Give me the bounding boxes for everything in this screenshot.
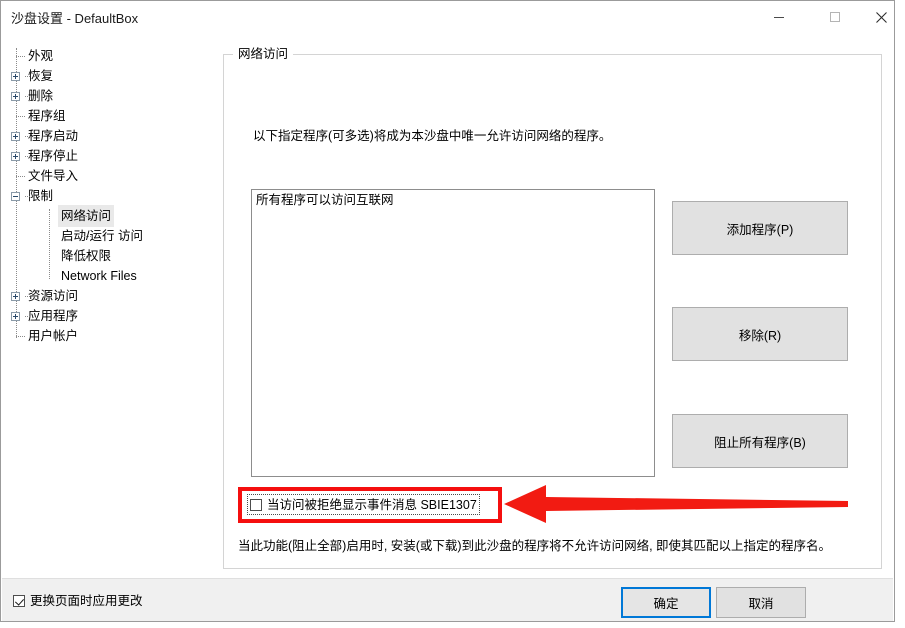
tree-dash-icon [16,336,25,338]
groupbox-title: 网络访问 [233,46,294,62]
cancel-label: 取消 [748,597,774,611]
block-all-label: 阻止所有程序(B) [714,435,806,450]
sidebar-item-label: 外观 [28,49,54,63]
sidebar-item-delete[interactable]: 删除 [11,86,56,106]
sidebar-item-label: 资源访问 [28,289,79,303]
sidebar-item-program-groups[interactable]: 程序组 [11,106,69,126]
add-program-button[interactable]: 添加程序(P) [672,201,848,255]
sidebar-item-file-import[interactable]: 文件导入 [11,166,81,186]
close-icon [875,11,888,24]
apply-on-page-change-checkbox[interactable]: 更换页面时应用更改 [13,593,143,609]
sidebar-item-program-start[interactable]: 程序启动 [11,126,81,146]
maximize-button[interactable] [812,1,858,33]
tree-dash-icon [82,256,91,258]
tree-dash-icon [25,316,30,318]
minimize-icon [773,11,785,23]
sidebar-item-program-stop[interactable]: 程序停止 [11,146,81,166]
tree-dash-icon [25,196,30,198]
checkbox-box-icon[interactable] [13,595,25,607]
remove-button[interactable]: 移除(R) [672,307,848,361]
tree-dash-icon [16,176,25,178]
block-all-programs-button[interactable]: 阻止所有程序(B) [672,414,848,468]
sidebar-item-label: 文件导入 [28,169,79,183]
sidebar-item-label: 程序组 [28,109,66,123]
sidebar-item-label: 应用程序 [28,309,79,323]
tree-dash-icon [25,76,30,78]
ok-label: 确定 [653,597,679,611]
sidebar-item-label: 启动/运行 访问 [61,229,143,243]
add-program-label: 添加程序(P) [726,222,794,237]
tree-dash-icon [25,296,30,298]
sidebar-item-label: 程序停止 [28,149,79,163]
sidebar-item-drop-rights[interactable]: 降低权限 [44,246,114,266]
tree-dash-icon [25,156,30,158]
expand-plus-icon[interactable] [11,71,20,81]
collapse-minus-icon[interactable] [11,191,20,201]
tree-dash-icon [25,136,30,138]
cancel-button[interactable]: 取消 [716,587,806,618]
tree-dash-icon [82,236,91,238]
expand-plus-icon[interactable] [11,131,20,141]
notify-denied-checkbox-label: 当访问被拒绝显示事件消息 SBIE1307 [267,497,477,512]
notify-denied-checkbox[interactable]: 当访问被拒绝显示事件消息 SBIE1307 [247,494,480,515]
tree-dash-icon [16,56,25,58]
settings-tree[interactable]: 外观 恢复 删除 程序组 程序启动 程序停止 文件导入 限制 网络访问 启动/运… [11,40,211,570]
tree-dash-icon [16,116,25,118]
list-item[interactable]: 所有程序可以访问互联网 [252,190,654,210]
sidebar-item-recover[interactable]: 恢复 [11,66,56,86]
apply-on-page-change-label: 更换页面时应用更改 [30,594,143,608]
expand-plus-icon[interactable] [11,291,20,301]
remove-label: 移除(R) [738,328,782,343]
sidebar-item-resource-access[interactable]: 资源访问 [11,286,81,306]
sidebar-item-network-files[interactable]: Network Files [44,266,140,286]
sidebar-item-label: Network Files [61,269,137,283]
sidebar-item-start-run-access[interactable]: 启动/运行 访问 [44,226,146,246]
page-margin-right [896,0,905,628]
sidebar-item-appearance[interactable]: 外观 [11,46,56,66]
minimize-button[interactable] [756,1,802,33]
panel-description: 以下指定程序(可多选)将成为本沙盘中唯一允许访问网络的程序。 [253,129,612,143]
tree-dash-icon [82,276,91,278]
dialog-content: 外观 恢复 删除 程序组 程序启动 程序停止 文件导入 限制 网络访问 启动/运… [2,37,893,578]
sidebar-item-applications[interactable]: 应用程序 [11,306,81,326]
sidebar-item-label: 程序启动 [28,129,79,143]
sidebar-item-restrictions[interactable]: 限制 [11,186,56,206]
expand-plus-icon[interactable] [11,91,20,101]
maximize-icon [829,11,841,23]
page-margin-bottom [0,623,905,628]
title-bar: 沙盘设置 - DefaultBox [1,1,894,37]
window-title: 沙盘设置 - DefaultBox [11,11,139,26]
panel-note: 当此功能(阻止全部)启用时, 安装(或下载)到此沙盘的程序将不允许访问网络, 即… [238,539,832,553]
tree-dash-icon [25,96,30,98]
sandboxie-settings-window: 沙盘设置 - DefaultBox 外观 恢复 删除 程序组 程序启动 程序停止… [0,0,895,622]
sidebar-item-network-access[interactable]: 网络访问 [44,205,115,227]
sidebar-item-label: 用户帐户 [28,329,79,343]
expand-plus-icon[interactable] [11,151,20,161]
tree-dash-icon [82,216,91,218]
sidebar-item-user-accounts[interactable]: 用户帐户 [11,326,81,346]
program-list[interactable]: 所有程序可以访问互联网 [251,189,655,477]
expand-plus-icon[interactable] [11,311,20,321]
ok-button[interactable]: 确定 [621,587,711,618]
checkbox-box-icon[interactable] [250,498,262,511]
